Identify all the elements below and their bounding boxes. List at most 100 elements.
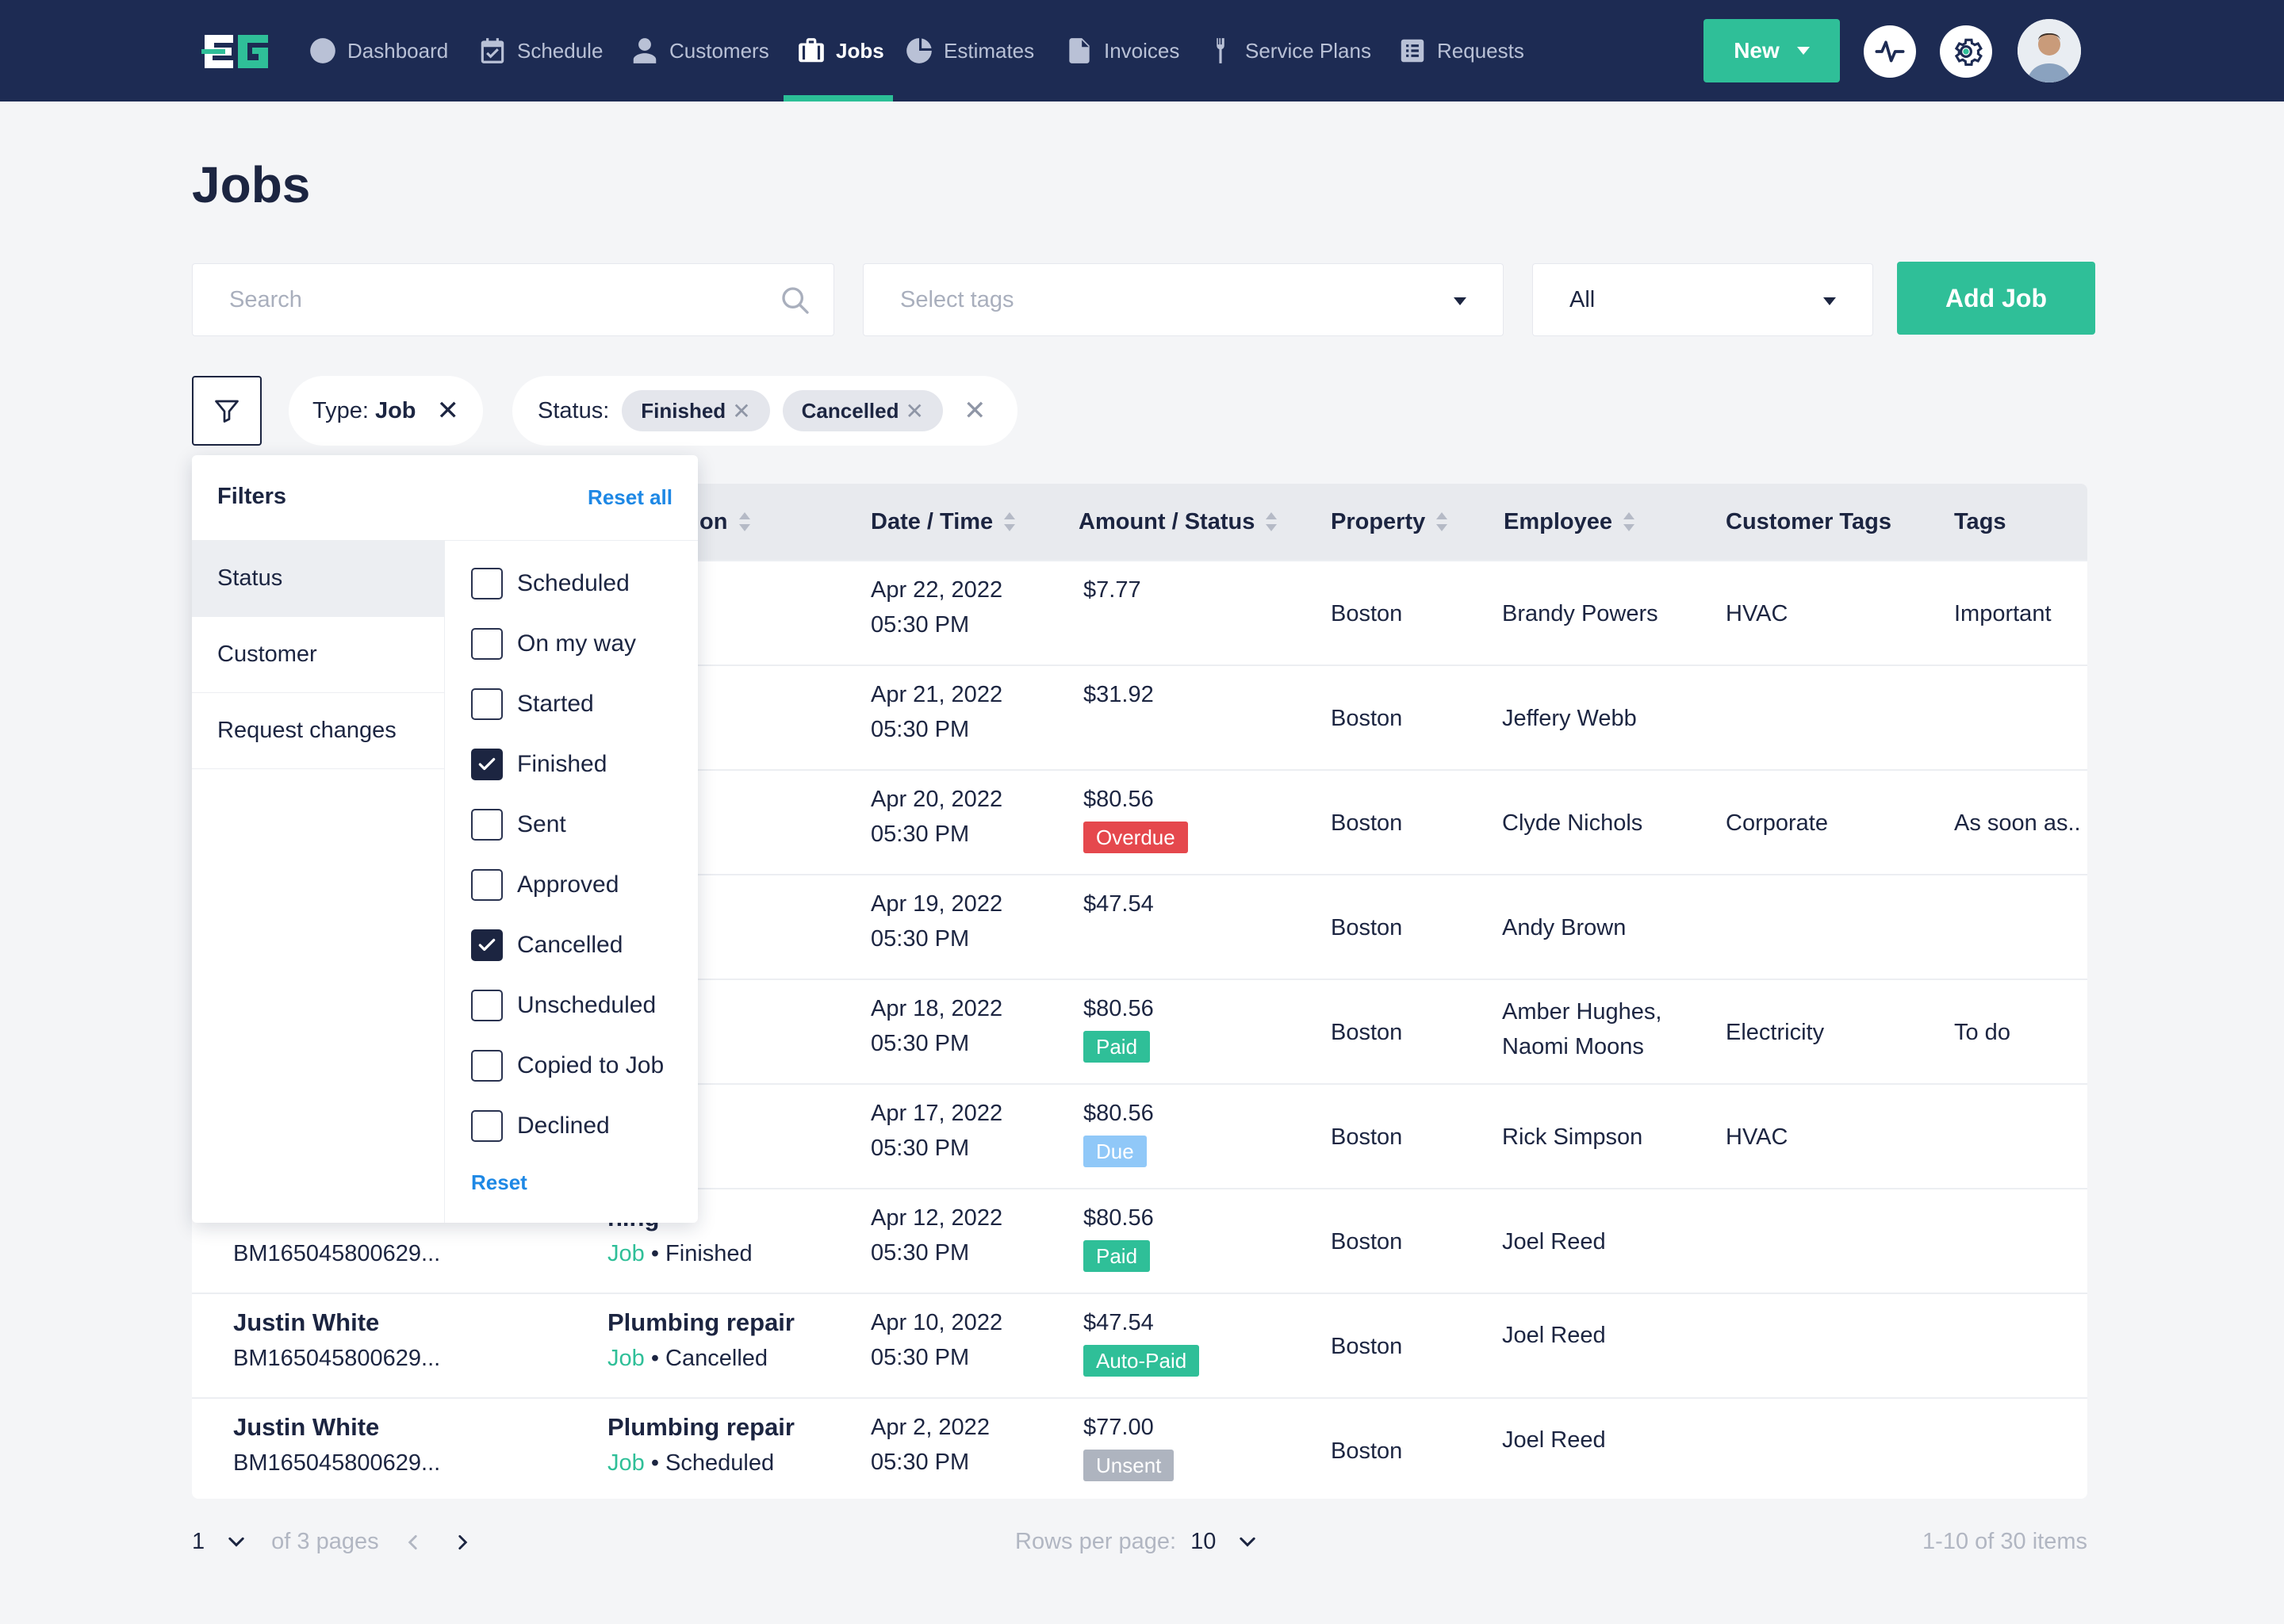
- panel-divider: [444, 541, 445, 1223]
- brand-logo-icon[interactable]: [201, 32, 271, 71]
- checkmark-icon: [478, 938, 496, 952]
- customer-tags-cell: Electricity: [1726, 1020, 1825, 1045]
- nav-item-invoices[interactable]: Invoices: [1064, 0, 1179, 102]
- employee-cell: Clyde Nichols: [1502, 810, 1643, 836]
- date-time-cell: Apr 17, 2022 05:30 PM: [871, 1101, 1003, 1161]
- status-pill-finished[interactable]: Finished ✕: [622, 390, 770, 431]
- nav-item-dashboard[interactable]: Dashboard: [308, 0, 448, 102]
- status-option-checkbox[interactable]: Cancelled: [471, 928, 623, 963]
- checkbox[interactable]: [471, 809, 503, 841]
- checkbox[interactable]: [471, 688, 503, 720]
- column-header-amount-status[interactable]: Amount / Status: [1079, 484, 1278, 560]
- checkbox[interactable]: [471, 869, 503, 901]
- status-option-checkbox[interactable]: Scheduled: [471, 566, 630, 601]
- date-time-cell: Apr 12, 2022 05:30 PM: [871, 1205, 1003, 1266]
- checkbox[interactable]: [471, 749, 503, 780]
- checkbox[interactable]: [471, 1050, 503, 1082]
- employee-cell: Joel Reed: [1502, 1323, 1606, 1348]
- items-summary: 1-10 of 30 items: [1922, 1529, 2087, 1554]
- chevron-right-icon[interactable]: [452, 1532, 473, 1553]
- option-label: Sent: [517, 811, 566, 837]
- status-option-checkbox[interactable]: Finished: [471, 747, 607, 782]
- type-select-value: All: [1569, 286, 1596, 312]
- status-pill-label: Finished: [641, 398, 726, 423]
- nav-label: Estimates: [944, 38, 1035, 63]
- column-header-service[interactable]: ion: [693, 484, 750, 560]
- chevron-down-icon[interactable]: [225, 1531, 247, 1553]
- rows-per-page[interactable]: Rows per page: 10: [1015, 1529, 1259, 1555]
- status-option-checkbox[interactable]: Sent: [471, 807, 566, 842]
- chevron-left-icon[interactable]: [403, 1532, 423, 1553]
- checkbox[interactable]: [471, 929, 503, 961]
- job-type-link[interactable]: Job: [607, 1450, 645, 1476]
- checkbox[interactable]: [471, 1110, 503, 1142]
- type-select[interactable]: All: [1532, 263, 1873, 336]
- activity-button[interactable]: [1864, 25, 1916, 78]
- service-plans-icon: [1217, 38, 1224, 63]
- nav-item-estimates[interactable]: Estimates: [904, 0, 1034, 102]
- tags-select[interactable]: Select tags: [863, 263, 1504, 336]
- estimates-icon: [906, 38, 932, 63]
- table-row[interactable]: Justin White BM165045800629... Plumbing re…: [192, 1397, 2087, 1499]
- status-badge: Auto-Paid: [1083, 1345, 1200, 1377]
- filter-category-status[interactable]: Status: [192, 541, 444, 617]
- settings-button[interactable]: [1940, 25, 1992, 78]
- chevron-down-icon[interactable]: [1236, 1531, 1259, 1553]
- status-option-checkbox[interactable]: Started: [471, 687, 594, 722]
- search-input[interactable]: Search: [192, 263, 834, 336]
- job-type-link[interactable]: Job: [607, 1346, 645, 1371]
- tags-placeholder: Select tags: [900, 286, 1014, 312]
- column-header-employee[interactable]: Employee: [1504, 484, 1634, 560]
- checkbox[interactable]: [471, 568, 503, 599]
- column-header-property[interactable]: Property: [1331, 484, 1448, 560]
- status-option-checkbox[interactable]: Declined: [471, 1109, 610, 1143]
- checkbox[interactable]: [471, 990, 503, 1021]
- customer-tags-cell: Corporate: [1726, 810, 1828, 836]
- status-option-checkbox[interactable]: Approved: [471, 868, 619, 902]
- status-pill-label: Cancelled: [801, 398, 899, 423]
- nav-item-service-plans[interactable]: Service Plans: [1205, 0, 1371, 102]
- new-button-label: New: [1734, 38, 1780, 63]
- nav-label: Invoices: [1104, 38, 1180, 63]
- customers-icon: [633, 38, 657, 63]
- reset-link[interactable]: Reset: [471, 1170, 527, 1195]
- status-option-checkbox[interactable]: Copied to Job: [471, 1048, 664, 1083]
- service-cell: Plumbing repair Job • Scheduled: [607, 1413, 795, 1476]
- status-pill-cancelled[interactable]: Cancelled ✕: [782, 390, 943, 431]
- type-filter-chip[interactable]: Type: Job ✕: [289, 376, 483, 446]
- property-cell: Boston: [1331, 601, 1403, 626]
- page-selector[interactable]: 1 of 3 pages: [192, 1529, 473, 1555]
- amount-status-cell: $7.77: [1083, 577, 1141, 603]
- nav-item-customers[interactable]: Customers: [630, 0, 769, 102]
- schedule-icon: [481, 38, 504, 63]
- status-badge: Paid: [1083, 1031, 1151, 1063]
- reset-all-link[interactable]: Reset all: [588, 485, 673, 510]
- close-icon[interactable]: ✕: [964, 395, 987, 427]
- new-dropdown-button[interactable]: New: [1703, 19, 1840, 82]
- job-type-link[interactable]: Job: [607, 1241, 645, 1266]
- close-icon[interactable]: ✕: [732, 398, 750, 424]
- checkbox[interactable]: [471, 628, 503, 660]
- close-icon[interactable]: ✕: [905, 398, 923, 424]
- user-avatar[interactable]: [2018, 19, 2081, 82]
- employee-cell: Rick Simpson: [1502, 1124, 1643, 1150]
- nav-item-jobs[interactable]: Jobs: [796, 0, 884, 102]
- status-filter-chip[interactable]: Status: Finished ✕ Cancelled ✕ ✕: [512, 376, 1018, 446]
- sort-icon: [738, 512, 750, 531]
- status-option-checkbox[interactable]: Unscheduled: [471, 988, 656, 1023]
- nav-item-schedule[interactable]: Schedule: [477, 0, 603, 102]
- property-cell: Boston: [1331, 1020, 1403, 1045]
- add-job-button[interactable]: Add Job: [1897, 262, 2095, 335]
- table-row[interactable]: Justin White BM165045800629... Plumbing re…: [192, 1293, 2087, 1397]
- filter-category-request-changes[interactable]: Request changes: [192, 693, 444, 769]
- sort-icon: [1266, 512, 1278, 531]
- filter-category-customer[interactable]: Customer: [192, 617, 444, 693]
- search-icon[interactable]: [780, 285, 811, 316]
- nav-label: Schedule: [517, 38, 604, 63]
- filter-toggle-button[interactable]: [192, 376, 262, 446]
- column-header-date-time[interactable]: Date / Time: [871, 484, 1016, 560]
- close-icon[interactable]: ✕: [437, 395, 460, 427]
- status-option-checkbox[interactable]: On my way: [471, 626, 636, 661]
- service-cell: Plumbing repair Job • Cancelled: [607, 1308, 795, 1371]
- nav-item-requests[interactable]: Requests: [1397, 0, 1524, 102]
